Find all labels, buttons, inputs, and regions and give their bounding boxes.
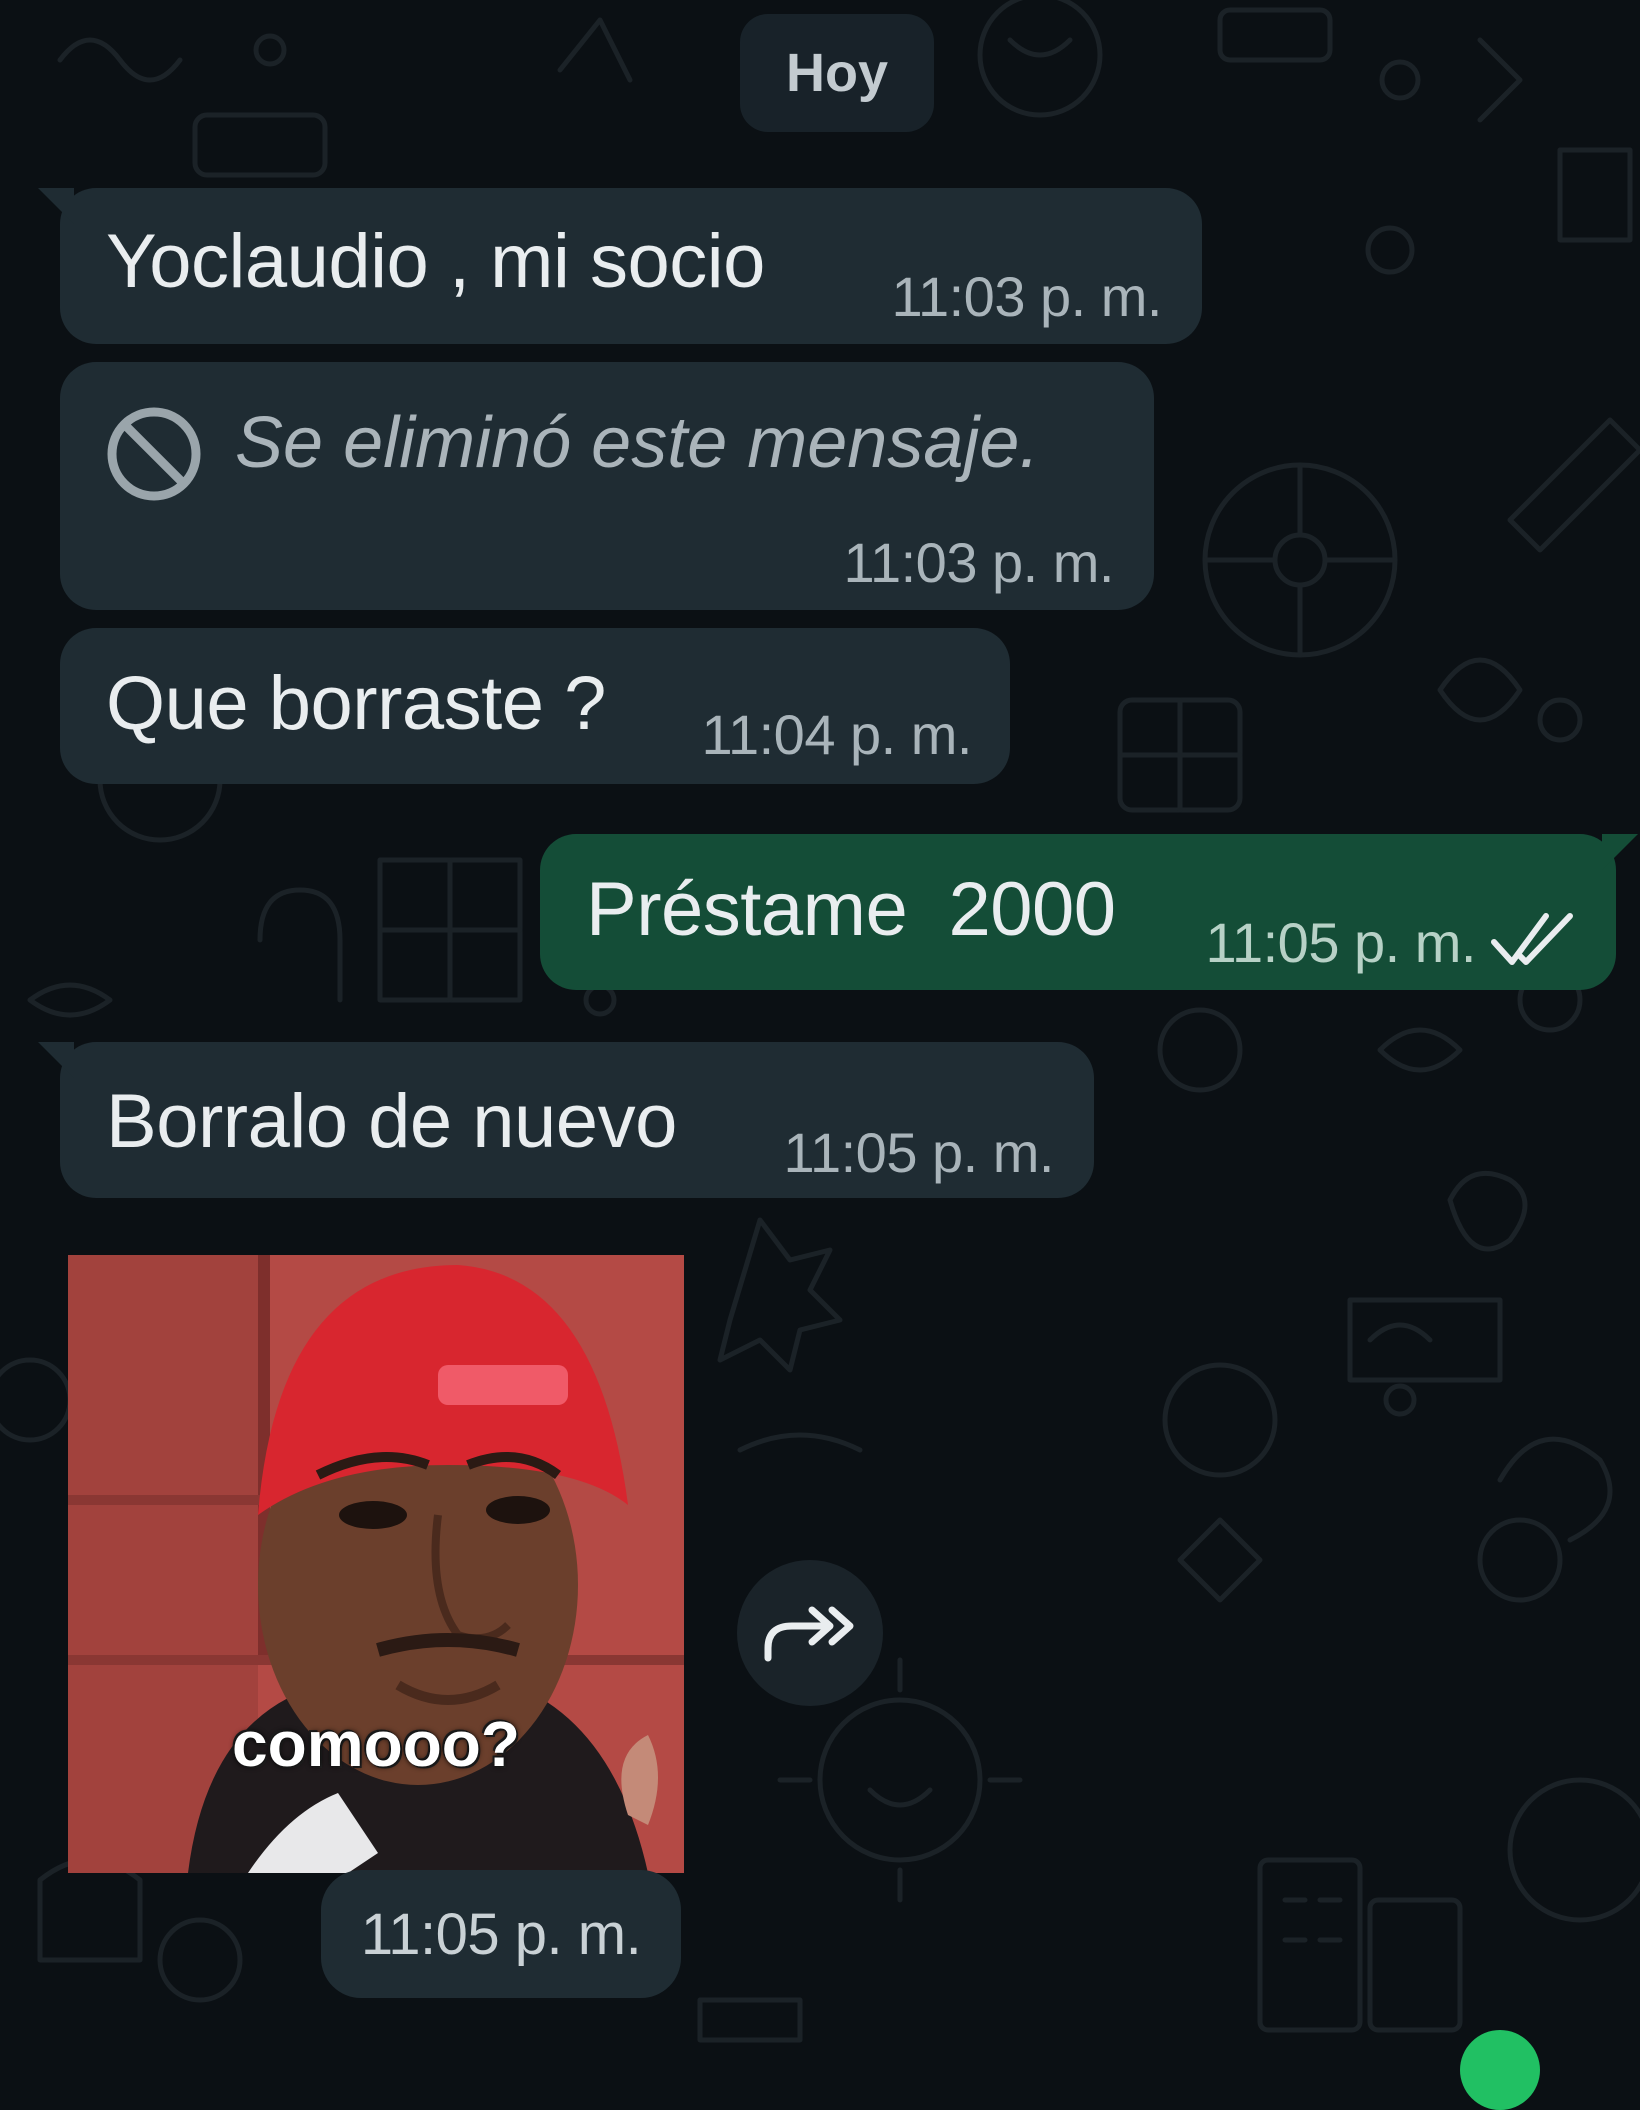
message-text: Borralo de nuevo (106, 1079, 677, 1164)
deleted-ban-icon (107, 407, 201, 501)
message-text: Yoclaudio , mi socio (106, 219, 765, 304)
forward-button[interactable] (737, 1560, 883, 1706)
sticker-message[interactable]: comooo? (68, 1255, 684, 1873)
read-double-check-icon (1491, 913, 1573, 965)
message-text: Préstame 2000 (586, 867, 1116, 952)
bubble-tail (38, 188, 74, 224)
deleted-message[interactable]: Se eliminó este mensaje. 11:03 p. m. (60, 362, 1154, 610)
bubble-tail (1602, 834, 1638, 870)
forward-double-arrow-icon (764, 1606, 854, 1662)
sticker-caption: comooo? (232, 1708, 520, 1780)
message-time: 11:05 p. m. (783, 1121, 1054, 1184)
outgoing-message[interactable]: Préstame 2000 11:05 p. m. (540, 834, 1638, 990)
incoming-message[interactable]: Borralo de nuevo 11:05 p. m. (38, 1042, 1094, 1198)
incoming-message[interactable]: Yoclaudio , mi socio 11:03 p. m. (38, 188, 1202, 344)
incoming-message[interactable]: Que borraste ? 11:04 p. m. (60, 628, 1010, 784)
message-time: 11:05 p. m. (1205, 911, 1476, 974)
message-text: Que borraste ? (106, 661, 606, 746)
sticker-time: 11:05 p. m. (321, 1870, 681, 1998)
scroll-down-button[interactable] (1460, 2030, 1540, 2110)
chat-view[interactable]: Hoy Yoclaudio , mi socio 11:03 p. m. Se … (0, 0, 1640, 2110)
deleted-message-text: Se eliminó este mensaje. (235, 403, 1040, 483)
message-time: 11:04 p. m. (701, 703, 972, 766)
message-time: 11:03 p. m. (843, 531, 1114, 594)
message-time: 11:03 p. m. (891, 265, 1162, 328)
bubble-tail (38, 1042, 74, 1078)
date-divider: Hoy (740, 14, 934, 132)
